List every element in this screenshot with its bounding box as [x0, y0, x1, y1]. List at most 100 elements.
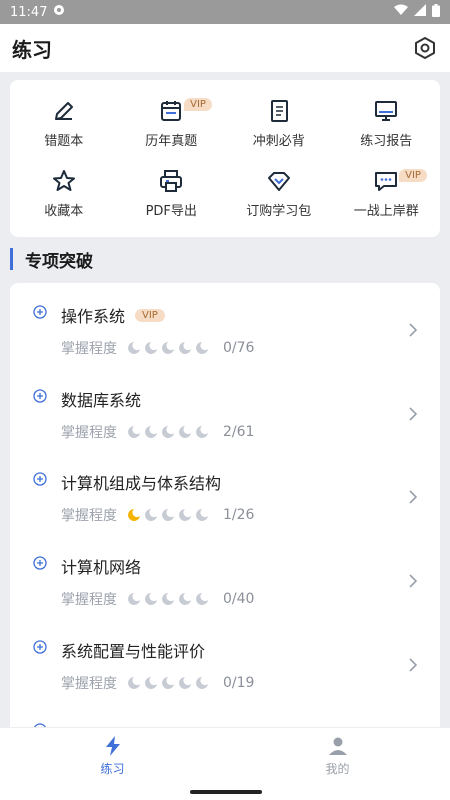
topic-row[interactable]: 数据库系统 掌握程度 2/61 — [10, 367, 440, 451]
mastery-row: 掌握程度 0/40 — [61, 589, 254, 609]
topic-title-wrap: 数据库系统 — [61, 387, 141, 411]
expand-plus-icon[interactable] — [33, 389, 47, 403]
topic-row[interactable]: 计算机网络掌握程度 0/40 — [10, 534, 440, 618]
mastery-label: 掌握程度 — [61, 341, 117, 357]
grid-item-study-group[interactable]: VIP 一战上岸群 — [333, 159, 441, 230]
nav-tab-mine[interactable]: 我的 — [225, 728, 450, 784]
nav-label: 练习 — [100, 762, 125, 776]
grid-item-favorites[interactable]: 收藏本 — [10, 159, 118, 230]
chevron-right-icon — [409, 574, 418, 588]
topic-title-wrap: 计算机网络 — [61, 554, 141, 578]
chevron-right-icon — [409, 323, 418, 337]
mastery-label: 掌握程度 — [61, 508, 117, 525]
mastery-row: 掌握程度 1/26 — [61, 505, 254, 525]
mastery-label: 掌握程度 — [61, 592, 117, 609]
home-gesture-bar[interactable] — [190, 790, 262, 794]
topic-title: 数据库系统 — [61, 390, 142, 410]
vip-badge: VIP — [135, 308, 165, 322]
mastery-moons — [127, 425, 209, 439]
chevron-right-icon — [409, 490, 418, 504]
moon-icon — [179, 509, 191, 522]
topic-title-wrap: 操作系统 VIP — [61, 303, 165, 327]
page-title: 练习 — [12, 37, 52, 62]
monitor-icon — [373, 98, 399, 124]
lightning-icon — [102, 735, 124, 757]
topic-row[interactable]: 系统配置与性能评价掌握程度 0/19 — [10, 618, 440, 702]
moon-icon — [162, 342, 174, 354]
moon-icon — [145, 593, 157, 606]
grid-item-pdf-export[interactable]: PDF导出 — [118, 159, 226, 230]
mastery-moons — [127, 341, 209, 355]
grid-item-sprint-memorize[interactable]: 冲刺必背 — [225, 88, 333, 159]
progress-count: 0/76 — [223, 340, 255, 356]
mastery-moons — [127, 592, 209, 606]
moon-icon — [145, 509, 157, 522]
user-icon — [327, 735, 349, 757]
expand-plus-icon[interactable] — [33, 472, 47, 487]
grid-item-label: PDF导出 — [145, 204, 197, 220]
topic-title: 计算机组成与体系结构 — [61, 474, 222, 494]
grid-item-practice-report[interactable]: 练习报告 — [333, 88, 441, 159]
topic-title: 操作系统 — [61, 307, 126, 326]
moon-icon — [145, 425, 157, 438]
mastery-moons — [127, 676, 209, 690]
topic-title-wrap: 计算机组成与体系结构 — [61, 470, 221, 494]
moon-icon — [128, 509, 140, 522]
nav-tab-practice[interactable]: 练习 — [0, 728, 225, 784]
mastery-row: 掌握程度 0/76 — [61, 338, 254, 358]
topic-title: 系统配置与性能评价 — [61, 641, 206, 661]
mastery-row: 掌握程度 0/19 — [61, 673, 254, 693]
pencil-icon — [51, 98, 77, 124]
vip-badge: VIP — [399, 168, 427, 182]
moon-icon — [128, 593, 140, 606]
moon-icon — [196, 509, 208, 522]
expand-plus-icon[interactable] — [33, 640, 47, 654]
moon-icon — [196, 676, 208, 689]
moon-icon — [128, 425, 140, 438]
moon-icon — [196, 342, 208, 354]
grid-item-label: 收藏本 — [44, 204, 84, 220]
moon-icon — [162, 593, 174, 606]
moon-icon — [196, 593, 208, 606]
grid-item-wrong-questions[interactable]: 错题本 — [10, 88, 118, 159]
mastery-moons — [127, 508, 209, 522]
grid-item-label: 练习报告 — [360, 133, 413, 149]
mastery-label: 掌握程度 — [61, 424, 117, 441]
moon-icon — [196, 425, 208, 438]
star-icon — [51, 168, 77, 194]
progress-count: 0/40 — [223, 591, 255, 608]
grid-item-label: 错题本 — [44, 133, 84, 149]
topic-list: 操作系统 VIP 掌握程度 0/76 数据库系统 掌握程度 2/61 计算机组成与体系结构 掌握… — [10, 283, 440, 727]
topic-row[interactable]: 计算机组成与体系结构 掌握程度 1/26 — [10, 450, 440, 534]
expand-plus-icon[interactable] — [33, 556, 47, 570]
progress-count: 0/19 — [223, 674, 255, 691]
signal-icon — [414, 4, 426, 20]
grid-item-label: 历年真题 — [145, 133, 198, 149]
chat-icon — [373, 168, 399, 194]
moon-icon — [179, 676, 191, 689]
moon-icon — [145, 342, 157, 354]
notification-icon — [53, 4, 65, 20]
nav-label: 我的 — [325, 762, 350, 776]
battery-icon — [432, 3, 440, 21]
grid-item-buy-study-pack[interactable]: 订购学习包 — [225, 159, 333, 230]
topic-title: 计算机网络 — [61, 558, 142, 578]
topic-row[interactable]: 操作系统 VIP 掌握程度 0/76 — [10, 283, 440, 367]
moon-icon — [128, 342, 140, 354]
feature-grid: 错题本 VIP 历年真题 冲刺必背 练习报告 收藏本 PDF导出 订购学习包 V… — [10, 80, 440, 237]
calendar-icon — [158, 98, 184, 124]
grid-item-past-exams[interactable]: VIP 历年真题 — [118, 88, 226, 159]
vip-badge: VIP — [184, 98, 212, 111]
moon-icon — [128, 676, 140, 689]
settings-button[interactable] — [412, 35, 438, 61]
expand-plus-icon[interactable] — [33, 305, 47, 319]
moon-icon — [179, 425, 191, 438]
diamond-icon — [266, 168, 292, 194]
grid-item-label: 一战上岸群 — [353, 204, 419, 220]
moon-icon — [179, 593, 191, 606]
chevron-right-icon — [409, 658, 418, 672]
topic-row-partial[interactable] — [10, 701, 440, 727]
gear-icon — [415, 37, 435, 59]
gesture-area — [0, 784, 450, 800]
progress-count: 1/26 — [223, 507, 255, 524]
